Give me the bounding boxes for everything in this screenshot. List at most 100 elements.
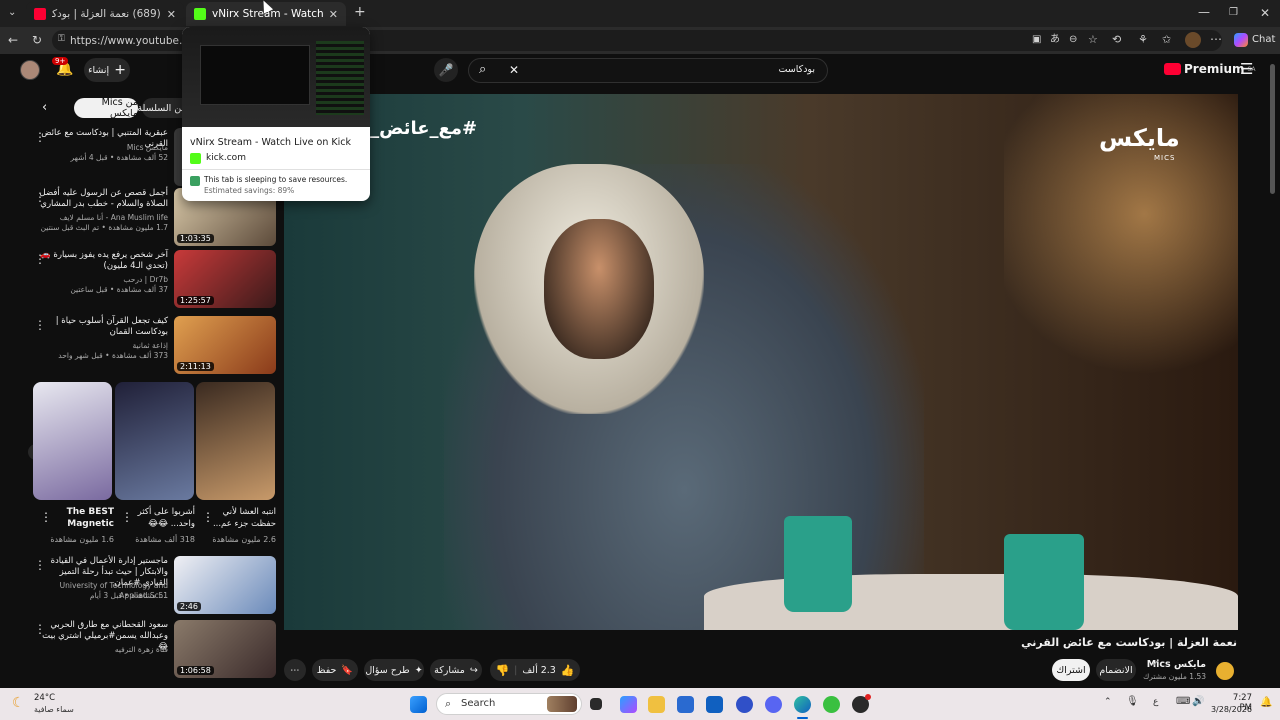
network-icon[interactable]: ⌨	[1176, 696, 1190, 707]
ask-label: طرح سؤال	[365, 664, 410, 676]
start-windows-icon[interactable]	[410, 696, 427, 713]
short-title[interactable]: انتبه العشا لأني حفظت جزء عم...	[206, 506, 276, 530]
ms-store-icon[interactable]	[677, 696, 694, 713]
more-actions-button[interactable]: ⋯	[284, 659, 306, 681]
task-view-icon[interactable]	[590, 698, 602, 710]
short-thumbnail[interactable]	[115, 382, 194, 500]
save-button[interactable]: حفظ 🔖	[312, 659, 358, 681]
close-tab-icon[interactable]: ✕	[167, 8, 176, 21]
chip-from-series[interactable]: من السلسلة	[137, 98, 187, 118]
video-duration: 1:03:35	[177, 234, 214, 243]
show-hidden-icons-chevron[interactable]: ⌃	[1104, 697, 1112, 707]
site-info-icon[interactable]: ⚿	[58, 34, 65, 44]
join-button[interactable]: الانضمام	[1096, 659, 1136, 681]
like-button[interactable]: 👍	[561, 664, 575, 677]
favorite-star-icon[interactable]: ☆	[1088, 34, 1098, 46]
discord-icon[interactable]	[765, 696, 782, 713]
close-tab-icon[interactable]: ✕	[329, 8, 338, 21]
search-icon[interactable]: ⌕	[479, 62, 486, 77]
chat-button[interactable]: Chat	[1252, 34, 1275, 45]
share-button[interactable]: مشاركة ↪	[430, 659, 482, 681]
new-tab-button[interactable]: +	[354, 5, 366, 19]
create-button[interactable]: إنشاء +	[84, 58, 130, 82]
close-window-icon[interactable]: ✕	[1260, 7, 1270, 19]
account-avatar[interactable]	[20, 60, 40, 80]
video-thumbnail[interactable]: 1:06:58	[174, 620, 276, 678]
video-title[interactable]: آخر شخص يرفع يده يفوز بسيارة 🚗 (تحدي الـ…	[38, 250, 168, 272]
channel-name[interactable]: مايكس Mics	[1130, 659, 1206, 670]
video-thumbnail[interactable]: 1:25:57	[174, 250, 276, 308]
channel-avatar[interactable]	[1216, 662, 1234, 680]
notification-center-bell-icon[interactable]: 🔔	[1260, 697, 1272, 708]
list-item[interactable]: ⋮ 2:46 ماجستير إدارة الأعمال في القيادة …	[30, 556, 276, 618]
short-title[interactable]: The BEST Magnetic	[44, 506, 114, 530]
short-title[interactable]: أشربوا على أكثر واحد... 😂😂	[125, 506, 195, 530]
chip-from-mics[interactable]: من Mics مايكس	[74, 97, 138, 119]
weather-desc[interactable]: سماء صافية	[34, 705, 74, 714]
search-input[interactable]: بودكاست	[779, 64, 816, 75]
zoom-icon[interactable]: ⊖	[1069, 34, 1077, 46]
page-scrollbar[interactable]	[1270, 64, 1275, 194]
back-arrow-icon[interactable]: ←	[8, 34, 18, 46]
video-channel[interactable]: Ana Muslim life - أنا مسلم لايف	[38, 213, 168, 223]
file-explorer-icon[interactable]	[648, 696, 665, 713]
app-circle-icon[interactable]	[736, 696, 753, 713]
notification-count-badge: 9+	[52, 57, 69, 65]
video-title[interactable]: أجمل قصص عن الرسول عليه أفضل الصلاة والس…	[38, 188, 168, 210]
tab-actions-chevron-icon[interactable]: ⌄	[8, 7, 16, 19]
extensions-icon[interactable]: ⟲	[1112, 34, 1121, 46]
list-item[interactable]: ⋮ 1:06:58 سعود القحطاني مع طارق الحربي و…	[30, 620, 276, 682]
video-hashtag-overlay: #مع_عائض_ا	[364, 118, 478, 139]
microphone-tray-icon[interactable]: 🎙	[1126, 696, 1139, 707]
chips-prev-chevron-icon[interactable]: ‹	[42, 100, 47, 115]
list-item[interactable]: ⋮ 1:25:57 آخر شخص يرفع يده يفوز بسيارة 🚗…	[30, 250, 276, 312]
green-app-icon[interactable]	[823, 696, 840, 713]
translate-icon[interactable]: あ	[1050, 34, 1060, 46]
short-thumbnail[interactable]	[196, 382, 275, 500]
youtube-favicon-icon	[34, 8, 46, 20]
list-item[interactable]: ⋮ 2:11:13 كيف تجعل القرآن أسلوب حياة | ب…	[30, 316, 276, 378]
weather-moon-icon[interactable]: ☾	[12, 695, 25, 711]
video-thumbnail[interactable]: 2:11:13	[174, 316, 276, 374]
video-channel[interactable]: مايكس Mics	[38, 143, 168, 153]
edge-browser-icon[interactable]	[794, 696, 811, 713]
subscribe-button[interactable]: اشتراك	[1052, 659, 1090, 681]
clock-date[interactable]: 3/28/2026	[1208, 705, 1252, 714]
video-player[interactable]: #مع_عائض_ا مايكس MICS	[284, 94, 1238, 630]
collections-icon[interactable]: ⚘	[1138, 34, 1148, 46]
taskbar-search-box[interactable]: ⌕ Search	[436, 693, 582, 715]
copilot-icon[interactable]	[1234, 33, 1248, 47]
split-screen-icon[interactable]: ▣	[1032, 34, 1041, 46]
input-language[interactable]: ع	[1153, 697, 1158, 707]
video-channel[interactable]: إذاعة ثمانية	[38, 341, 168, 351]
voice-search-icon[interactable]: 🎤	[434, 58, 458, 82]
video-channel[interactable]: قناة زهرة الترفيه	[38, 645, 168, 655]
refresh-icon[interactable]: ↻	[32, 34, 42, 46]
copilot-app-icon[interactable]	[620, 696, 637, 713]
dislike-button[interactable]: 👎	[495, 664, 509, 677]
ask-button[interactable]: طرح سؤال ✦	[364, 659, 424, 681]
volume-icon[interactable]: 🔊	[1192, 696, 1204, 707]
restore-icon[interactable]: ❐	[1229, 7, 1238, 19]
favorites-bar-icon[interactable]: ✩	[1162, 34, 1171, 46]
search-bar[interactable]: ⌕ ✕ بودكاست	[468, 58, 828, 83]
hamburger-menu-icon[interactable]: ☰	[1240, 60, 1253, 78]
short-views: 1.6 مليون مشاهدة	[50, 535, 114, 544]
subscribe-label: اشتراك	[1056, 664, 1086, 676]
video-meta: 37 ألف مشاهدة • قبل ساعتين	[70, 285, 168, 294]
video-thumbnail[interactable]: 2:46	[174, 556, 276, 614]
preview-screen	[200, 45, 310, 105]
profile-avatar[interactable]	[1185, 32, 1201, 48]
video-channel[interactable]: Dr7b | درحب	[38, 275, 168, 285]
clear-search-icon[interactable]: ✕	[509, 63, 519, 77]
savings-message: Estimated savings: 89%	[204, 186, 295, 195]
short-views: 318 ألف مشاهدة	[135, 535, 195, 544]
weather-temp[interactable]: 24°C	[34, 693, 55, 703]
more-menu-icon[interactable]: ⋯	[1210, 33, 1222, 45]
minimize-icon[interactable]: —	[1198, 6, 1210, 18]
video-title[interactable]: كيف تجعل القرآن أسلوب حياة | بودكاست الق…	[38, 316, 168, 338]
outlook-icon[interactable]	[706, 696, 723, 713]
short-thumbnail[interactable]	[33, 382, 112, 500]
video-title-heading: نعمة العزلة | بودكاست مع عائض القرني	[1021, 636, 1237, 649]
tab-youtube[interactable]: (689) نعمة العزلة | بودكاست مع عائ ✕	[26, 2, 184, 26]
